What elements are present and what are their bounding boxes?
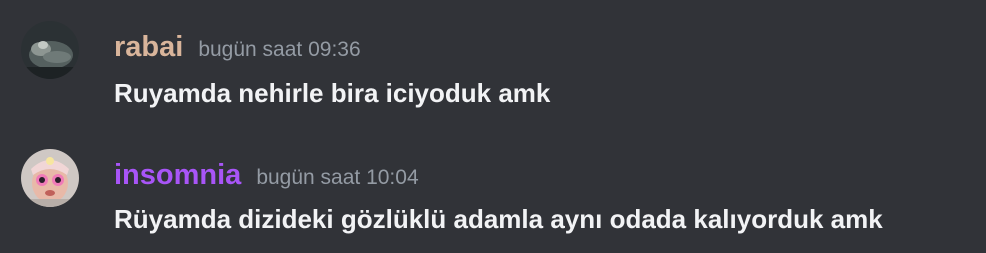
avatar-photo-icon (21, 21, 79, 79)
username[interactable]: insomnia (114, 158, 241, 192)
chat-message: insomnia bugün saat 10:04 Rüyamda dizide… (0, 138, 986, 238)
timestamp: bugün saat 10:04 (256, 166, 419, 189)
message-header: insomnia bugün saat 10:04 (114, 158, 419, 192)
user-avatar[interactable] (21, 21, 79, 79)
message-header: rabai bugün saat 09:36 (114, 30, 361, 64)
timestamp: bugün saat 09:36 (198, 38, 361, 61)
avatar-photo-icon (21, 149, 79, 207)
chat-message: rabai bugün saat 09:36 Ruyamda nehirle b… (0, 10, 986, 110)
message-content: Ruyamda nehirle bira iciyoduk amk (114, 78, 551, 108)
username[interactable]: rabai (114, 30, 183, 64)
message-content: Rüyamda dizideki gözlüklü adamla aynı od… (114, 204, 883, 234)
user-avatar[interactable] (21, 149, 79, 207)
